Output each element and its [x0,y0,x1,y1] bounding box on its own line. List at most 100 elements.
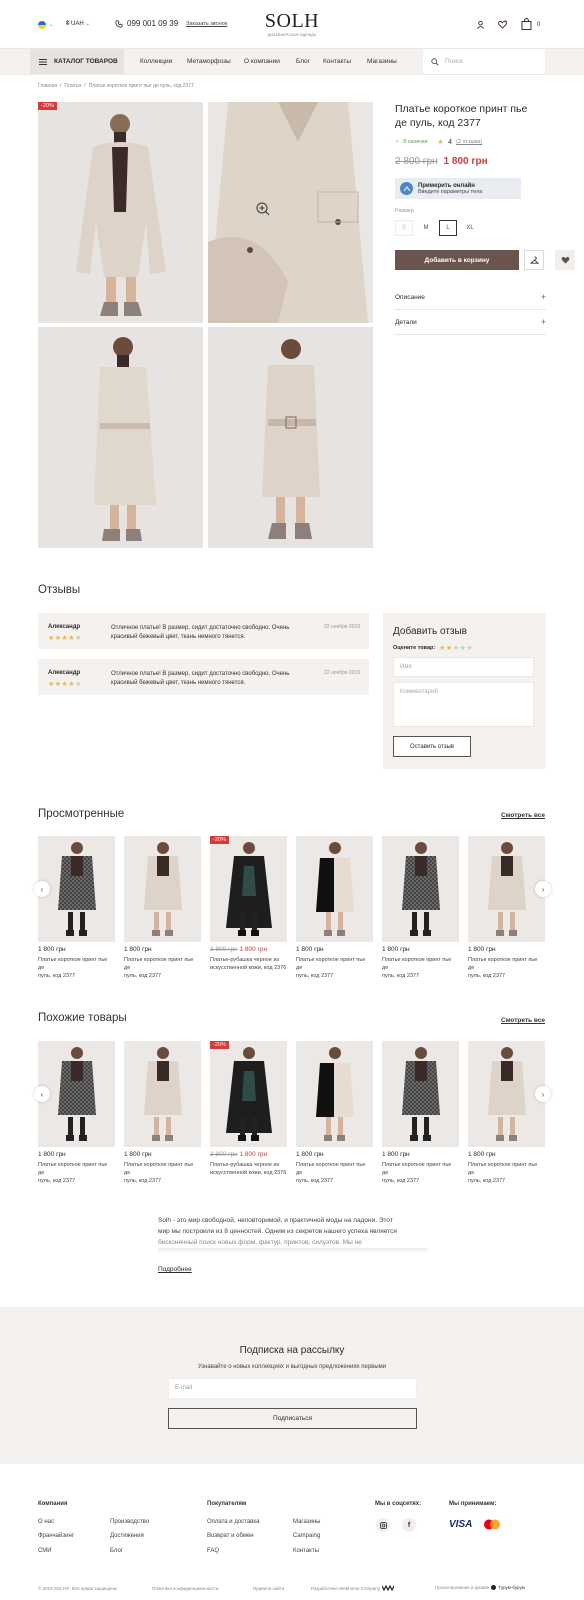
product-card-photo[interactable] [468,836,545,942]
product-card[interactable]: 1 800 грн Платье короткое принт пье де пул… [38,836,115,980]
card-title[interactable]: Платье короткое принт пье де пуль, код 23… [38,956,115,980]
product-card[interactable]: 1 800 грн Платье короткое принт пье де пул… [468,836,545,980]
phone-number[interactable]: 099 001 09 39 [127,19,178,28]
product-card-photo[interactable] [124,1041,201,1147]
nav-item-stores[interactable]: Магазины [367,58,397,65]
name-input[interactable]: Имя [393,657,534,677]
nav-item-contacts[interactable]: Контакты [323,58,351,65]
search-bar[interactable]: Поиск [423,49,545,74]
size-option-m[interactable]: M [417,220,435,236]
submit-review-button[interactable]: Оставить отзыв [393,736,471,757]
nav-item-blog[interactable]: Блог [296,58,310,65]
nav-item-collections[interactable]: Коллекции [140,58,172,65]
similar-next-arrow[interactable]: › [535,1086,551,1102]
product-card[interactable]: 1 800 грн Платье короткое принт пье де пул… [296,836,373,980]
product-card[interactable]: 1 800 грн Платье короткое принт пье де пул… [468,1041,545,1185]
size-option-l[interactable]: L [439,220,457,236]
wishlist-icon[interactable] [498,20,507,29]
user-icon[interactable] [476,20,485,29]
product-photo-4[interactable] [208,327,373,548]
footer-link-media[interactable]: СМИ [38,1548,52,1554]
size-option-xl[interactable]: XL [461,220,479,236]
add-to-wishlist-button[interactable] [555,250,575,270]
footer-link-campaing[interactable]: Campaing [293,1533,320,1539]
search-input[interactable]: Поиск [445,58,463,65]
reviews-link[interactable]: (2 отзыва) [456,139,482,145]
card-title[interactable]: Платье короткое принт пье де пуль, код 23… [468,956,545,980]
facebook-icon[interactable]: f [402,1518,416,1532]
footer-link-returns[interactable]: Возврат и обмен [207,1533,254,1539]
footer-link-stores[interactable]: Магазины [293,1519,320,1525]
footer-link-faq[interactable]: FAQ [207,1548,219,1554]
card-title[interactable]: Платье-рубашка черное из искусственной ко… [210,1161,287,1177]
nav-item-about[interactable]: О компании [244,58,280,65]
product-card-photo[interactable] [124,836,201,942]
logo[interactable]: SOLH ДИЗАЙНЕРСКАЯ ОДЕЖДА [262,10,322,37]
footer-link-contacts[interactable]: Контакты [293,1548,319,1554]
product-card-photo[interactable]: -20% [210,1041,287,1147]
product-card-photo[interactable] [382,836,459,942]
rules-link[interactable]: Правила сайта [253,1586,284,1591]
add-to-cart-button[interactable]: Добавить в корзину [395,250,519,270]
footer-link-payment[interactable]: Оплата и доставка [207,1519,259,1525]
product-card-photo[interactable] [382,1041,459,1147]
card-title[interactable]: Платье короткое принт пье де пуль, код 23… [38,1161,115,1185]
language-switcher[interactable]: ⌄ [38,21,53,29]
instagram-icon[interactable] [376,1518,390,1532]
footer-link-blog[interactable]: Блог [110,1548,123,1554]
similar-prev-arrow[interactable]: ‹ [34,1086,50,1102]
product-card[interactable]: 1 800 грн Платье короткое принт пье де пул… [124,1041,201,1185]
about-more-link[interactable]: Подробнее [158,1266,192,1273]
compare-button[interactable] [524,250,544,270]
product-card-photo[interactable]: -20% [210,836,287,942]
product-card[interactable]: 1 800 грн Платье короткое принт пье де пул… [296,1041,373,1185]
viewed-prev-arrow[interactable]: ‹ [34,881,50,897]
product-card-photo[interactable] [468,1041,545,1147]
footer-link-achievements[interactable]: Достижения [110,1533,144,1539]
card-title[interactable]: Платье короткое принт пье де пуль, код 23… [124,956,201,980]
product-card-photo[interactable] [296,836,373,942]
product-card[interactable]: 1 800 грн Платье короткое принт пье де пул… [382,836,459,980]
accordion-description[interactable]: Описание + [395,285,546,310]
breadcrumb-category[interactable]: Платья [64,83,81,89]
developer-credit[interactable]: Разработано Webhome Company [311,1585,395,1591]
comment-textarea[interactable]: Комментарий [393,682,534,727]
card-title[interactable]: Платье короткое принт пье де пуль, код 23… [124,1161,201,1185]
design-credit[interactable]: Проектирование и дизайн Турум-бурум [435,1585,525,1590]
product-card[interactable]: 1 800 грн Платье короткое принт пье де пул… [124,836,201,980]
product-card[interactable]: -20% 3 800 грн 1 800 грн Платье-рубашка че… [210,836,287,972]
cart-icon[interactable] [521,18,532,30]
catalog-button[interactable]: КАТАЛОГ ТОВАРОВ [30,49,124,74]
footer-link-about[interactable]: О нас [38,1519,54,1525]
product-card-photo[interactable] [296,1041,373,1147]
card-title[interactable]: Платье-рубашка черное из искусственной ко… [210,956,287,972]
currency-switcher[interactable]: ₴ UAH ⌄ [66,21,90,27]
viewed-next-arrow[interactable]: › [535,881,551,897]
product-photo-1[interactable]: -20% [38,102,203,323]
zoom-icon[interactable] [256,202,270,216]
similar-see-all-link[interactable]: Смотреть все [501,1017,545,1024]
privacy-link[interactable]: Политика конфиденциальности [152,1586,218,1591]
nav-item-metamorphoses[interactable]: Метаморфозы [187,58,231,65]
accordion-details[interactable]: Детали + [395,310,546,335]
card-title[interactable]: Платье короткое принт пье де пуль, код 23… [296,1161,373,1185]
product-photo-2[interactable] [208,102,373,323]
footer-link-production[interactable]: Производство [110,1519,149,1525]
card-title[interactable]: Платье короткое принт пье де пуль, код 23… [296,956,373,980]
phone-block[interactable]: 099 001 09 39 [115,19,178,28]
product-card[interactable]: -20% 3 800 грн 1 800 грн Платье-рубашка че… [210,1041,287,1177]
footer-link-franchise[interactable]: Франчайзинг [38,1533,74,1539]
card-title[interactable]: Платье короткое принт пье де пуль, код 23… [382,956,459,980]
try-on-button[interactable]: Примерить онлайн Введите параметры тела [395,178,521,199]
product-card[interactable]: 1 800 грн Платье короткое принт пье де пул… [382,1041,459,1185]
card-title[interactable]: Платье короткое принт пье де пуль, код 23… [468,1161,545,1185]
breadcrumb-home[interactable]: Главная [38,83,57,89]
subscribe-button[interactable]: Подписаться [168,1408,417,1429]
card-title[interactable]: Платье короткое принт пье де пуль, код 23… [382,1161,459,1185]
callback-link[interactable]: Заказать звонок [186,21,227,27]
viewed-see-all-link[interactable]: Смотреть все [501,812,545,819]
rating-stars-input[interactable]: ★★★★★ [439,644,473,652]
product-card[interactable]: 1 800 грн Платье короткое принт пье де пул… [38,1041,115,1185]
size-option-s[interactable]: S [395,220,413,236]
product-photo-3[interactable] [38,327,203,548]
